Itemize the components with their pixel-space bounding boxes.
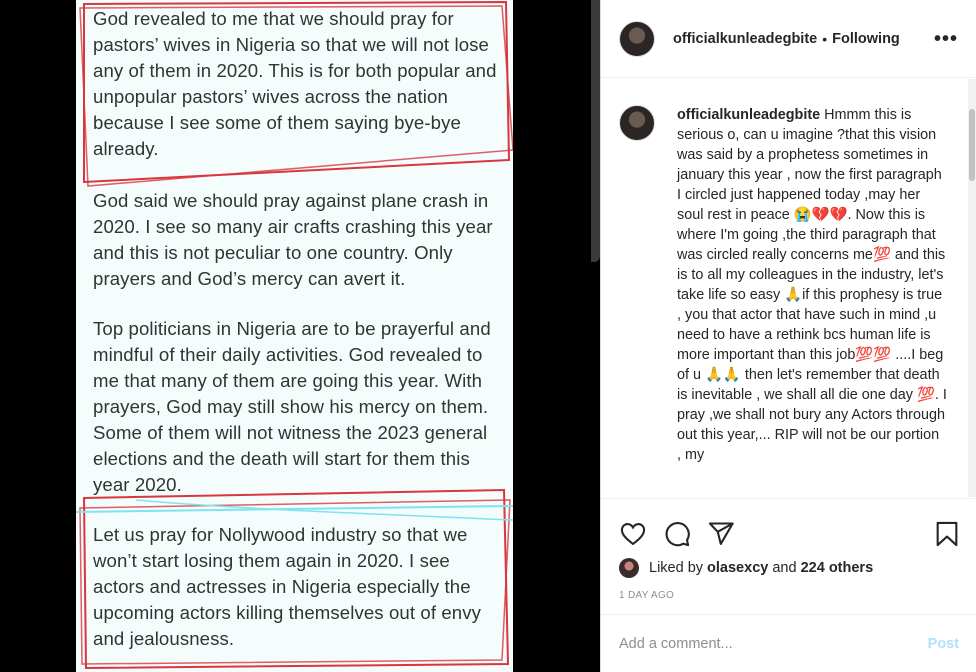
caption-avatar[interactable] [619, 105, 655, 141]
action-icons [601, 499, 976, 555]
comment-box: Add a comment... Post [601, 614, 976, 672]
header-separator: • [822, 30, 828, 47]
likes-line: Liked by olasexcy and 224 others [601, 558, 976, 578]
post-image[interactable]: God revealed to me that we should pray f… [76, 0, 513, 672]
caption-username[interactable]: officialkunleadegbite [677, 107, 820, 123]
share-icon[interactable] [707, 520, 735, 548]
next-media-edge [591, 0, 600, 262]
media-background [513, 0, 600, 672]
caption-comment: officialkunleadegbite Hmmm this is serio… [619, 105, 969, 465]
liked-by-user[interactable]: olasexcy [707, 560, 768, 576]
scrollbar-thumb[interactable] [969, 109, 975, 181]
heart-icon[interactable] [619, 520, 647, 548]
caption-text-block: officialkunleadegbite Hmmm this is serio… [677, 105, 947, 465]
image-paragraph-1: God revealed to me that we should pray f… [93, 8, 497, 159]
more-options-icon[interactable]: ••• [934, 29, 958, 49]
post-button[interactable]: Post [928, 636, 959, 652]
comments-scrollbar[interactable] [968, 79, 976, 497]
comment-icon[interactable] [663, 520, 691, 548]
image-paragraph-3: Top politicians in Nigeria are to be pra… [93, 318, 491, 495]
liked-by-others[interactable]: 224 others [801, 560, 874, 576]
header-username[interactable]: officialkunleadegbite [673, 31, 817, 47]
liked-by-prefix: Liked by [649, 560, 704, 576]
liked-by-and: and [772, 560, 797, 576]
comment-input[interactable]: Add a comment... [619, 636, 733, 652]
caption-text: Hmmm this is serious o, can u imagine ?t… [677, 107, 947, 463]
post-actions: Liked by olasexcy and 224 others 1 DAY A… [601, 498, 976, 613]
post-sidebar: officialkunleadegbite • Following ••• of… [600, 0, 976, 672]
post-media: God revealed to me that we should pray f… [0, 0, 600, 672]
bookmark-icon[interactable] [933, 520, 961, 548]
image-paragraph-4: Let us pray for Nollywood industry so th… [93, 524, 482, 649]
image-paragraph-2: God said we should pray against plane cr… [93, 190, 493, 289]
cyan-stroke [76, 505, 513, 513]
cyan-stroke-2 [135, 499, 513, 521]
following-button[interactable]: Following [832, 31, 900, 47]
post-header: officialkunleadegbite • Following ••• [601, 0, 976, 78]
post-timestamp[interactable]: 1 DAY AGO [601, 590, 976, 601]
avatar[interactable] [619, 20, 655, 57]
comments-section: officialkunleadegbite Hmmm this is serio… [601, 79, 969, 497]
liker-avatar[interactable] [619, 558, 639, 578]
